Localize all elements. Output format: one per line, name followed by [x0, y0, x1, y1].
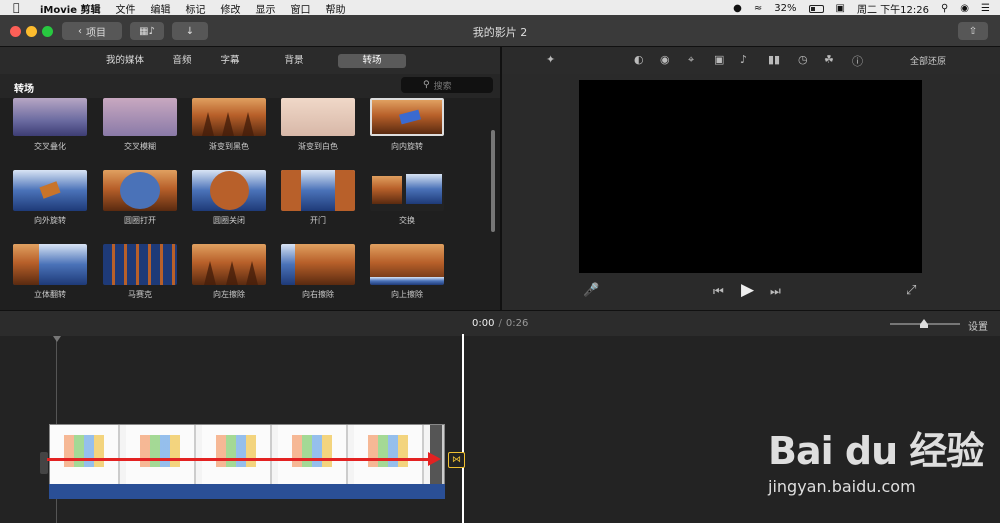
clock[interactable]: 周二 下午12:26 — [857, 1, 929, 16]
transition-thumb[interactable] — [281, 170, 355, 211]
transition-thumb[interactable] — [370, 98, 444, 136]
menu-modify[interactable]: 修改 — [220, 1, 240, 16]
input-source-icon[interactable]: ▣ — [836, 3, 845, 14]
magic-wand-icon[interactable]: ✦ — [546, 53, 555, 66]
microphone-icon[interactable]: 🎤 — [583, 283, 599, 298]
clip-frame — [354, 425, 424, 485]
tab-titles[interactable]: 字幕 — [212, 54, 248, 68]
mac-menu-bar:  iMovie 剪辑 文件 编辑 标记 修改 显示 窗口 帮助 ● ≈ 32%… — [0, 0, 1000, 16]
zoom-slider-thumb[interactable] — [920, 319, 928, 328]
battery-icon[interactable] — [808, 4, 824, 13]
watermark-url: jingyan.baidu.com — [768, 477, 916, 496]
transition-label: 向上擦除 — [391, 290, 423, 299]
menu-view[interactable]: 显示 — [255, 1, 275, 16]
browser-scrollbar[interactable] — [491, 130, 495, 232]
transition-thumb[interactable] — [281, 98, 355, 136]
clip-frame — [278, 425, 348, 485]
transition-thumb[interactable] — [192, 98, 266, 136]
transition-thumb[interactable] — [103, 98, 177, 136]
transitions-grid: 交叉叠化 交叉模糊 渐变到黑色 渐变到白色 向内旋转 向外旋转 圆圈打开 圆圈关… — [0, 98, 500, 310]
user-avatar-icon[interactable]: ◉ — [960, 3, 969, 14]
viewer-adjustment-bar: ✦ ◐ ◉ ⌖ ▣ ♪ ▮▮ ◷ ☘ ⓘ 全部还原 — [502, 47, 1000, 74]
transition-thumb[interactable] — [192, 244, 266, 285]
tab-audio[interactable]: 音频 — [164, 54, 200, 68]
video-preview[interactable] — [579, 80, 922, 273]
tab-backgrounds[interactable]: 背景 — [276, 54, 312, 68]
transition-thumb[interactable] — [13, 244, 87, 285]
skip-back-icon[interactable]: ⏮ — [713, 284, 724, 299]
equalizer-icon[interactable]: ▮▮ — [768, 53, 780, 66]
battery-percent[interactable]: 32% — [774, 3, 796, 14]
total-time: 0:26 — [505, 318, 529, 329]
search-placeholder: 搜索 — [433, 81, 452, 92]
playhead[interactable] — [462, 334, 464, 523]
color-palette-icon[interactable]: ◉ — [660, 53, 670, 66]
transition-thumb[interactable] — [281, 244, 355, 285]
reset-all-button[interactable]: 全部还原 — [910, 54, 946, 67]
start-marker-arrow-icon — [53, 336, 61, 342]
zoom-slider[interactable] — [890, 319, 960, 328]
clip-frame — [202, 425, 272, 485]
clip-frame — [50, 425, 120, 485]
section-title: 转场 — [14, 84, 34, 95]
transition-marker-icon[interactable]: ⋈ — [448, 452, 465, 468]
tab-my-media[interactable]: 我的媒体 — [100, 54, 150, 68]
menu-mark[interactable]: 标记 — [185, 1, 205, 16]
status-area: ● ≈ 32% ▣ 周二 下午12:26 ⚲ ◉ ☰ — [733, 1, 990, 16]
menu-app-name[interactable]: iMovie 剪辑 — [40, 1, 100, 16]
annotation-arrow-line — [47, 458, 431, 461]
filter-icon[interactable]: ☘ — [824, 53, 834, 66]
timecode: 0:00 / 0:26 — [472, 318, 528, 329]
crop-icon[interactable]: ⌖ — [688, 53, 694, 67]
clip-left-handle[interactable] — [40, 452, 48, 474]
qq-icon[interactable]: ● — [733, 3, 742, 14]
current-time: 0:00 — [472, 318, 495, 329]
window-title: 我的影片 2 — [472, 26, 528, 39]
transition-thumb[interactable] — [103, 170, 177, 211]
transition-thumb[interactable] — [370, 170, 444, 211]
menu-window[interactable]: 窗口 — [290, 1, 310, 16]
transition-thumb[interactable] — [192, 170, 266, 211]
wifi-icon[interactable]: ≈ — [754, 3, 762, 14]
settings-button[interactable]: 设置 — [968, 318, 988, 333]
search-field[interactable]: ⚲ 搜索 — [401, 77, 493, 93]
notification-center-icon[interactable]: ☰ — [981, 3, 990, 14]
time-separator: / — [498, 318, 502, 329]
transition-thumb[interactable] — [370, 244, 444, 285]
transition-thumb[interactable] — [103, 244, 177, 285]
watermark-brand: Bai du 经验 — [768, 429, 984, 473]
info-icon[interactable]: ⓘ — [852, 53, 863, 69]
share-icon: ⇧ — [968, 25, 978, 37]
play-icon[interactable]: ▶ — [741, 280, 754, 300]
transition-label: 向内旋转 — [391, 142, 423, 151]
clip-audio-strip — [49, 484, 445, 499]
speed-icon[interactable]: ◷ — [798, 53, 808, 66]
transition-label: 交换 — [399, 216, 415, 225]
clip-frame — [126, 425, 196, 485]
transition-thumb[interactable] — [13, 170, 87, 211]
color-balance-icon[interactable]: ◐ — [634, 53, 644, 66]
app-menus: iMovie 剪辑 文件 编辑 标记 修改 显示 窗口 帮助 — [40, 1, 345, 16]
menu-file[interactable]: 文件 — [115, 1, 135, 16]
search-icon: ⚲ — [423, 80, 430, 90]
fullscreen-icon[interactable]: ⤢ — [906, 283, 916, 298]
timeline-header: 0:00 / 0:26 设置 — [0, 310, 1000, 336]
menu-help[interactable]: 帮助 — [325, 1, 345, 16]
window-title-bar: ‹ 项目 ▦♪ ↓ 我的影片 2 ⇧ — [0, 15, 1000, 47]
volume-icon[interactable]: ♪ — [740, 53, 747, 66]
transition-thumb[interactable] — [13, 98, 87, 136]
baidu-watermark: Bai du 经验 jingyan.baidu.com — [768, 420, 984, 496]
stabilization-camera-icon[interactable]: ▣ — [714, 53, 724, 66]
spotlight-icon[interactable]: ⚲ — [941, 3, 948, 14]
apple-menu-icon[interactable]:  — [13, 1, 20, 14]
share-button[interactable]: ⇧ — [958, 22, 988, 40]
annotation-arrow-head-icon — [428, 452, 441, 466]
skip-forward-icon[interactable]: ⏭ — [770, 284, 781, 299]
tab-transitions[interactable]: 转场 — [338, 54, 406, 68]
browser-tabs: 我的媒体 音频 字幕 背景 转场 — [0, 47, 500, 74]
menu-edit[interactable]: 编辑 — [150, 1, 170, 16]
